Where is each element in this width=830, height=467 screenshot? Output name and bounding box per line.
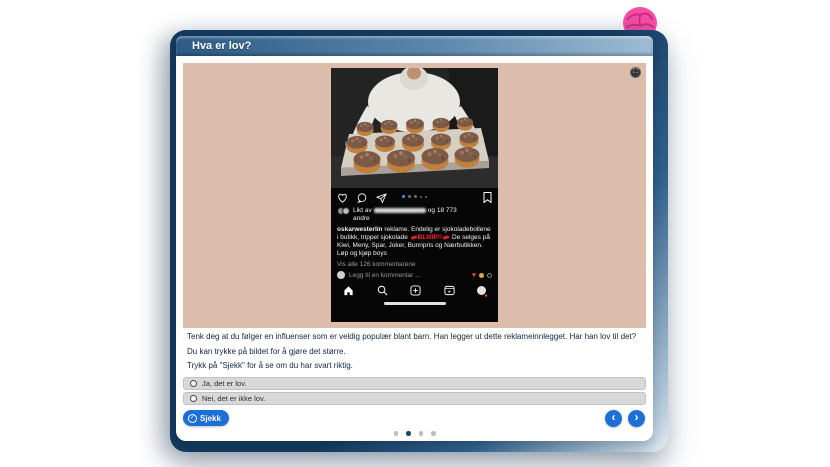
answer-option-label: Ja, det er lov.	[202, 379, 246, 388]
slide-dot[interactable]	[394, 431, 399, 436]
instagram-post-image[interactable]: Likt avog 18 773 andre oskarwesterlin re…	[331, 68, 498, 322]
censor-scribble-right	[443, 235, 449, 239]
slide-dot-active[interactable]	[406, 431, 411, 436]
new-post-icon	[410, 285, 421, 296]
view-comments-link: Vis alle 126 kommentarene	[331, 261, 498, 268]
question-line-1: Tenk deg at du følger en influenser som …	[187, 332, 639, 342]
slide-pagination	[176, 431, 653, 436]
answer-option-no[interactable]: Nei, det er ikke lov.	[183, 392, 646, 405]
blurred-username	[374, 208, 426, 213]
instagram-tabbar	[331, 283, 498, 297]
caption-username: oskarwesterlin	[337, 226, 383, 233]
instagram-caption: oskarwesterlin reklame. Endelig er sjoko…	[331, 226, 498, 258]
heart-emoji-icon: ♥	[472, 272, 476, 279]
liked-by-text: Likt avog 18 773 andre	[353, 207, 457, 223]
question-line-2: Du kan trykke på bildet for å gjøre det …	[187, 347, 639, 357]
hands-emoji-icon	[479, 273, 484, 278]
media-panel: ⛶	[183, 63, 646, 328]
liked-by-row: Likt avog 18 773 andre	[331, 207, 498, 223]
instagram-photo	[331, 68, 498, 188]
add-comment-placeholder: Legg til en kommentar ...	[349, 272, 421, 279]
home-indicator-bar	[384, 302, 446, 305]
page: Hva er lov? ⛶	[0, 0, 830, 467]
censored-word: BLIIIIP!!	[418, 234, 443, 241]
carousel-dots	[331, 195, 498, 198]
add-comment-row: Legg til en kommentar ... ♥	[331, 271, 498, 279]
instagram-actions-row	[331, 190, 498, 205]
question-text: Tenk deg at du følger en influenser som …	[187, 332, 639, 376]
censor-scribble-left	[410, 235, 416, 239]
card-header: Hva er lov?	[176, 36, 653, 56]
question-line-3: Trykk på "Sjekk" for å se om du har svar…	[187, 361, 639, 371]
slide-dot[interactable]	[419, 431, 424, 436]
prev-slide-button[interactable]: ‹	[605, 410, 622, 427]
radio-icon[interactable]	[190, 395, 197, 402]
quick-emoji-row: ♥	[472, 272, 492, 279]
check-button-label: Sjekk	[200, 414, 221, 423]
fullscreen-icon[interactable]: ⛶	[630, 67, 641, 78]
check-button[interactable]: ✓ Sjekk	[183, 410, 229, 426]
next-slide-button[interactable]: ›	[628, 410, 645, 427]
liker-avatars	[337, 207, 353, 217]
search-icon	[377, 285, 388, 296]
radio-icon[interactable]	[190, 380, 197, 387]
commenter-avatar	[337, 271, 345, 279]
profile-avatar-icon	[477, 286, 486, 295]
home-icon	[343, 285, 354, 296]
page-title: Hva er lov?	[192, 40, 251, 52]
reels-icon	[444, 285, 455, 296]
check-circle-icon: ✓	[188, 414, 197, 423]
emoji-picker-icon	[487, 273, 492, 278]
answer-option-label: Nei, det er ikke lov.	[202, 394, 265, 403]
quiz-card: Hva er lov? ⛶	[176, 36, 653, 441]
slide-dot[interactable]	[431, 431, 436, 436]
answer-option-yes[interactable]: Ja, det er lov.	[183, 377, 646, 390]
